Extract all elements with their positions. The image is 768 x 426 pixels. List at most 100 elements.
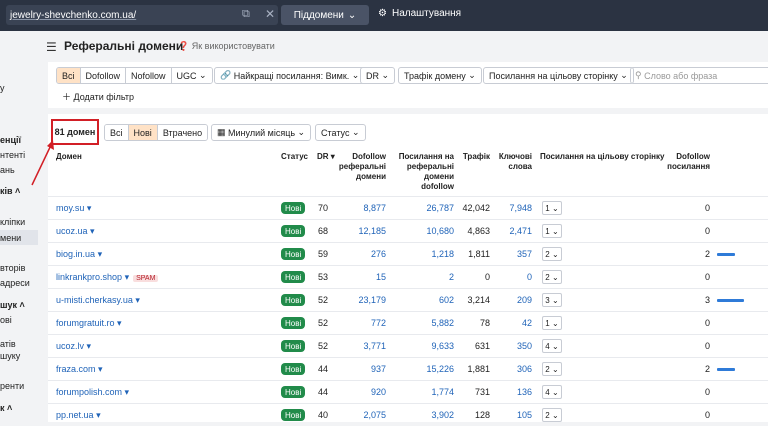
best-links-filter[interactable]: 🔗 Найкращі посилання: Вимк. ⌄ (214, 67, 366, 84)
sidebar-item[interactable]: ренти (0, 381, 24, 391)
target-links-dropdown[interactable]: 2 ⌄ (542, 408, 562, 422)
col-links-ref[interactable]: Посилання на реферальні домени dofollow (394, 152, 454, 192)
url-text[interactable]: jewelry-shevchenko.com.ua/ (10, 10, 136, 21)
domain-link[interactable]: biog.in.ua (56, 249, 95, 259)
domain-link[interactable]: ucoz.lv (56, 341, 84, 351)
dofollow-ref-cell[interactable]: 23,179 (336, 295, 386, 305)
url-input[interactable]: jewelry-shevchenko.com.ua/ ⧉ ✕ (6, 5, 278, 25)
keywords-cell[interactable]: 350 (494, 341, 532, 351)
sidebar-item[interactable]: шуку (0, 351, 20, 361)
links-ref-cell[interactable]: 3,902 (404, 410, 454, 420)
link-type-ugc[interactable]: UGC ⌄ (171, 68, 212, 83)
keywords-cell[interactable]: 209 (494, 295, 532, 305)
chevron-down-icon[interactable]: ▾ (125, 387, 130, 397)
keywords-cell[interactable]: 0 (494, 272, 532, 282)
keywords-cell[interactable]: 42 (494, 318, 532, 328)
dofollow-ref-cell[interactable]: 2,075 (336, 410, 386, 420)
domain-cell[interactable]: ucoz.lv ▾ (56, 341, 91, 352)
chevron-down-icon[interactable]: ▾ (98, 249, 103, 259)
link-type-dofollow[interactable]: Dofollow (80, 68, 127, 83)
settings-button[interactable]: ⚙ Налаштування (378, 8, 461, 19)
dofollow-ref-cell[interactable]: 8,877 (336, 203, 386, 213)
links-ref-cell[interactable]: 5,882 (404, 318, 454, 328)
link-type-nofollow[interactable]: Nofollow (126, 68, 172, 83)
sidebar-item-active[interactable]: мени (0, 230, 38, 245)
chevron-down-icon[interactable]: ▾ (87, 341, 92, 351)
link-type-all[interactable]: Всі (57, 68, 81, 83)
target-links-dropdown[interactable]: 1 ⌄ (542, 201, 562, 215)
dofollow-ref-cell[interactable]: 937 (336, 364, 386, 374)
domain-cell[interactable]: pp.net.ua ▾ (56, 410, 101, 421)
domain-cell[interactable]: u-misti.cherkasy.ua ▾ (56, 295, 140, 306)
keywords-cell[interactable]: 2,471 (494, 226, 532, 236)
close-icon[interactable]: ✕ (265, 7, 275, 21)
sidebar-section[interactable]: ків ˄ (0, 186, 20, 196)
col-dofollow-links[interactable]: Dofollow посилання (662, 152, 710, 172)
keywords-cell[interactable]: 136 (494, 387, 532, 397)
dofollow-ref-cell[interactable]: 15 (336, 272, 386, 282)
chevron-down-icon[interactable]: ▾ (98, 364, 103, 374)
keywords-cell[interactable]: 357 (494, 249, 532, 259)
chevron-down-icon[interactable]: ▾ (125, 272, 130, 282)
dofollow-ref-cell[interactable]: 12,185 (336, 226, 386, 236)
chevron-down-icon[interactable]: ▾ (117, 318, 122, 328)
col-dofollow-ref[interactable]: Dofollow реферальні домени (336, 152, 386, 182)
domain-link[interactable]: moy.su (56, 203, 84, 213)
dr-filter[interactable]: DR ⌄ (360, 67, 396, 84)
help-link[interactable]: ❓ Як використовувати (178, 41, 275, 52)
target-links-dropdown[interactable]: 1 ⌄ (542, 224, 562, 238)
col-status[interactable]: Статус (281, 152, 308, 162)
target-links-dropdown[interactable]: 2 ⌄ (542, 270, 562, 284)
col-traffic[interactable]: Трафік (456, 152, 490, 162)
hamburger-menu-icon[interactable]: ☰ (46, 40, 57, 54)
domain-link[interactable]: ucoz.ua (56, 226, 88, 236)
chevron-down-icon[interactable]: ▾ (87, 203, 92, 213)
status-dropdown[interactable]: Статус ⌄ (315, 124, 366, 141)
col-target-links[interactable]: Посилання на цільову сторінку (540, 152, 664, 162)
dofollow-ref-cell[interactable]: 276 (336, 249, 386, 259)
dofollow-ref-cell[interactable]: 3,771 (336, 341, 386, 351)
keywords-cell[interactable]: 7,948 (494, 203, 532, 213)
chevron-down-icon[interactable]: ▾ (90, 226, 95, 236)
sidebar-item[interactable]: нтенті (0, 150, 25, 160)
col-dr[interactable]: DR ▾ (317, 152, 335, 162)
dofollow-ref-cell[interactable]: 920 (336, 387, 386, 397)
search-input[interactable]: ⚲ Слово або фраза (630, 67, 768, 84)
domain-cell[interactable]: fraza.com ▾ (56, 364, 103, 375)
mode-dropdown[interactable]: Піддомени ⌄ (281, 5, 369, 25)
domain-cell[interactable]: biog.in.ua ▾ (56, 249, 102, 260)
links-ref-cell[interactable]: 10,680 (404, 226, 454, 236)
keywords-cell[interactable]: 105 (494, 410, 532, 420)
sidebar-section[interactable]: к ˄ (0, 403, 12, 413)
keywords-cell[interactable]: 306 (494, 364, 532, 374)
domain-cell[interactable]: ucoz.ua ▾ (56, 226, 95, 237)
sidebar-item[interactable]: ові (0, 315, 12, 325)
links-ref-cell[interactable]: 1,774 (404, 387, 454, 397)
sidebar-item[interactable]: кліпки (0, 217, 25, 227)
target-links-dropdown[interactable]: 4 ⌄ (542, 385, 562, 399)
links-ref-cell[interactable]: 1,218 (404, 249, 454, 259)
col-keywords[interactable]: Ключові слова (494, 152, 532, 172)
target-links-filter[interactable]: Посилання на цільову сторінку ⌄ (483, 67, 634, 84)
target-links-dropdown[interactable]: 1 ⌄ (542, 316, 562, 330)
sidebar-item[interactable]: адреси (0, 278, 30, 288)
target-links-dropdown[interactable]: 2 ⌄ (542, 362, 562, 376)
sidebar-section[interactable]: шук ˄ (0, 300, 25, 310)
target-links-dropdown[interactable]: 3 ⌄ (542, 293, 562, 307)
domain-link[interactable]: forumgratuit.ro (56, 318, 115, 328)
domain-link[interactable]: forumpolish.com (56, 387, 122, 397)
domain-cell[interactable]: forumgratuit.ro ▾ (56, 318, 122, 329)
chevron-down-icon[interactable]: ▾ (135, 295, 140, 305)
domain-link[interactable]: u-misti.cherkasy.ua (56, 295, 133, 305)
col-domain[interactable]: Домен (56, 152, 82, 162)
sidebar-item[interactable]: ань (0, 165, 15, 175)
target-links-dropdown[interactable]: 4 ⌄ (542, 339, 562, 353)
domain-cell[interactable]: linkrankpro.shop ▾ SPAM (56, 272, 159, 283)
traffic-filter[interactable]: Трафік домену ⌄ (398, 67, 482, 84)
sidebar-item[interactable]: вторів (0, 263, 25, 273)
sidebar-section[interactable]: енції (0, 135, 21, 145)
target-links-dropdown[interactable]: 2 ⌄ (542, 247, 562, 261)
add-filter-button[interactable]: ＋ Додати фільтр (62, 90, 134, 103)
domain-link[interactable]: linkrankpro.shop (56, 272, 122, 282)
links-ref-cell[interactable]: 9,633 (404, 341, 454, 351)
